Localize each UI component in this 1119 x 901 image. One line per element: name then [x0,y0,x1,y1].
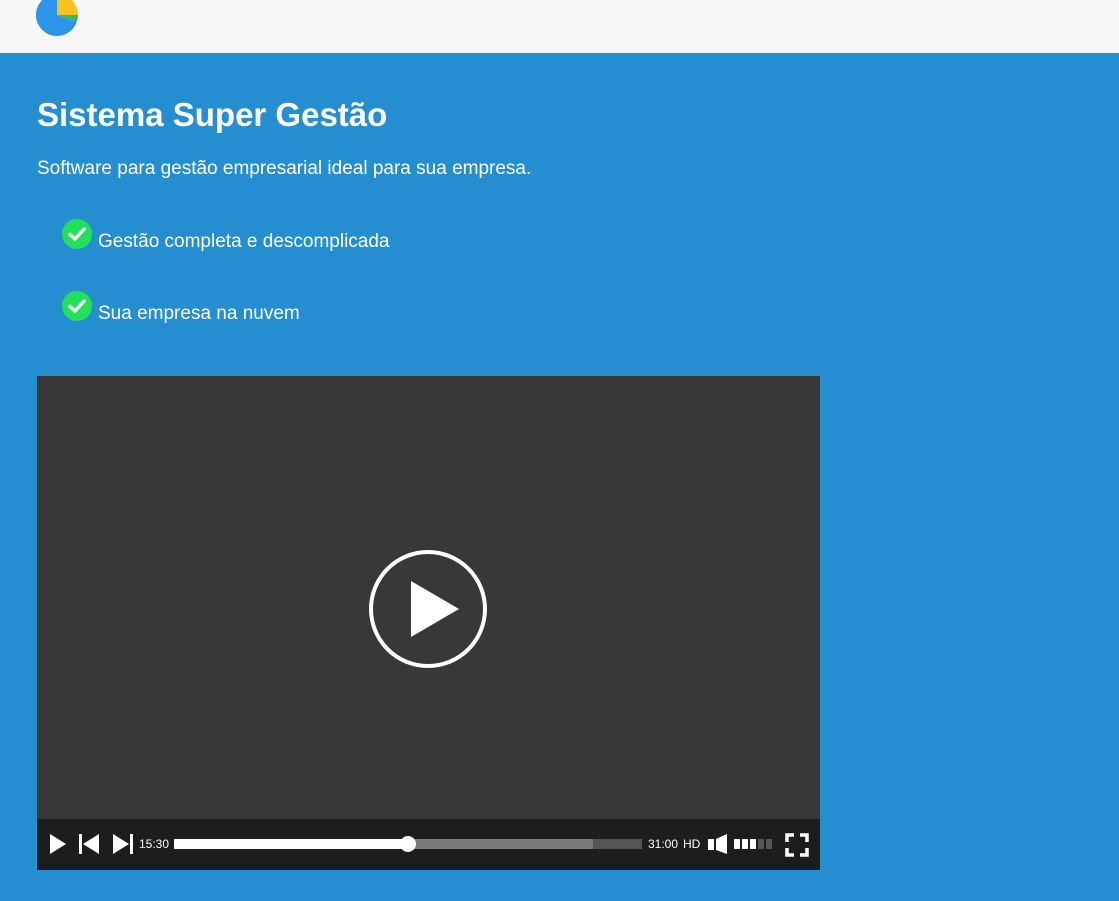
hero-section: Sistema Super Gestão Software para gestã… [37,53,1119,901]
volume-bar [758,839,764,849]
hd-toggle[interactable]: HD [683,837,700,851]
progress-handle[interactable] [400,836,416,852]
volume-level[interactable] [734,839,776,849]
play-icon[interactable] [49,833,67,855]
page-title: Sistema Super Gestão [37,96,388,133]
current-time: 15:30 [139,837,170,851]
check-circle-icon [62,291,92,321]
video-player[interactable]: 15:30 31:00 HD [37,376,820,870]
progress-bar[interactable] [174,836,642,852]
volume-bar [742,839,748,849]
duration: 31:00 [648,837,679,851]
check-circle-icon [62,219,92,249]
played-bar [174,839,408,849]
top-bar [0,0,1119,53]
fullscreen-icon[interactable] [785,833,809,857]
volume-icon[interactable] [707,833,729,855]
video-controls: 15:30 31:00 HD [37,819,820,870]
skip-back-icon[interactable] [78,833,100,855]
volume-bar [734,839,740,849]
play-circle-icon[interactable] [367,548,489,670]
volume-bar [766,839,772,849]
feature-label: Gestão completa e descomplicada [98,231,390,252]
skip-forward-icon[interactable] [112,833,134,855]
pie-chart-icon[interactable] [36,0,78,36]
volume-bar [750,839,756,849]
feature-label: Sua empresa na nuvem [98,303,300,324]
page-subtitle: Software para gestão empresarial ideal p… [37,158,532,179]
